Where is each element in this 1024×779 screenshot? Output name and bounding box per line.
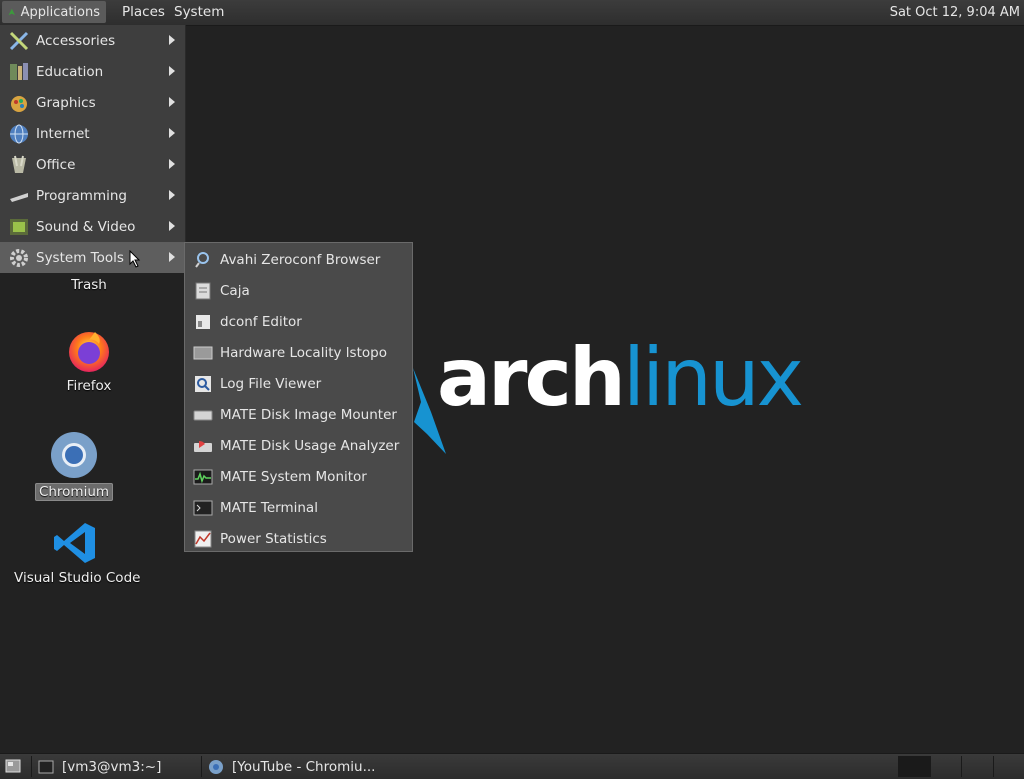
submenu-arrow-icon [169,66,175,76]
avahi-icon [193,250,213,270]
menu-item-label: Office [36,157,75,173]
disk-usage-icon [193,436,213,456]
office-icon [8,154,30,176]
workspace-1[interactable] [898,756,930,777]
submenu-arrow-icon [169,159,175,169]
show-desktop-icon[interactable] [5,759,21,773]
mouse-pointer-icon [129,250,141,268]
power-stats-icon [193,529,213,549]
menu-programming[interactable]: Programming [0,180,185,211]
internet-icon [8,123,30,145]
disk-mounter-icon [193,405,213,425]
workspace-switcher [898,756,1024,777]
menu-item-label: Sound & Video [36,219,135,235]
hardware-icon [193,343,213,363]
submenu-item-label: Avahi Zeroconf Browser [220,252,380,268]
menu-item-label: System Tools [36,250,124,266]
applications-menu: Accessories Education Graphics Internet … [0,25,186,273]
submenu-system-monitor[interactable]: MATE System Monitor [185,461,412,492]
submenu-item-label: Caja [220,283,250,299]
submenu-arrow-icon [169,35,175,45]
education-icon [8,61,30,83]
submenu-item-label: Power Statistics [220,531,327,547]
submenu-item-label: MATE Disk Image Mounter [220,407,397,423]
dconf-icon [193,312,213,332]
task-label: [YouTube - Chromiu... [232,759,375,775]
submenu-power-statistics[interactable]: Power Statistics [185,523,412,554]
desktop-firefox[interactable]: Firefox [54,326,124,394]
submenu-arrow-icon [169,190,175,200]
top-panel: Applications Places System Sat Oct 12, 9… [0,0,1024,26]
menu-item-label: Internet [36,126,90,142]
system-monitor-icon [193,467,213,487]
submenu-log-viewer[interactable]: Log File Viewer [185,368,412,399]
submenu-arrow-icon [169,97,175,107]
log-viewer-icon [193,374,213,394]
programming-icon [8,185,30,207]
submenu-hardware-locality[interactable]: Hardware Locality lstopo [185,337,412,368]
arch-logo-icon [8,5,16,19]
submenu-item-label: Hardware Locality lstopo [220,345,387,361]
desktop-vscode[interactable]: Visual Studio Code [14,520,136,586]
menu-sound-video[interactable]: Sound & Video [0,211,185,242]
submenu-item-label: MATE Disk Usage Analyzer [220,438,399,454]
menu-item-label: Programming [36,188,127,204]
terminal-icon [193,498,213,518]
vscode-label: Visual Studio Code [14,570,136,586]
menu-accessories[interactable]: Accessories [0,25,185,56]
menu-graphics[interactable]: Graphics [0,87,185,118]
places-menu-button[interactable]: Places [122,0,165,25]
taskbar-item-chromium[interactable]: [YouTube - Chromiu... [201,756,406,777]
arch-wallpaper-wordmark: archlinux [437,338,801,418]
submenu-arrow-icon [169,221,175,231]
submenu-arrow-icon [169,252,175,262]
chromium-task-icon [208,759,224,775]
submenu-disk-image-mounter[interactable]: MATE Disk Image Mounter [185,399,412,430]
submenu-dconf[interactable]: dconf Editor [185,306,412,337]
accessories-icon [8,30,30,52]
system-tools-submenu: Avahi Zeroconf Browser Caja dconf Editor… [184,242,413,552]
submenu-caja[interactable]: Caja [185,275,412,306]
task-label: [vm3@vm3:~] [62,759,161,775]
menu-system-tools[interactable]: System Tools [0,242,185,273]
applications-menu-button[interactable]: Applications [2,1,106,23]
trash-label: Trash [60,277,118,293]
chromium-label: Chromium [35,483,113,501]
desktop-chromium[interactable]: Chromium [34,430,114,500]
vscode-icon [52,520,98,566]
workspace-4[interactable] [993,756,1024,777]
graphics-icon [8,92,30,114]
terminal-task-icon [38,760,54,774]
menu-item-label: Graphics [36,95,96,111]
arch-word: arch [437,331,623,424]
sound-video-icon [8,216,30,238]
linux-word: linux [623,331,801,424]
workspace-2[interactable] [930,756,962,777]
firefox-label: Firefox [54,378,124,394]
applications-label: Applications [21,5,100,20]
chromium-icon [49,430,99,480]
submenu-avahi[interactable]: Avahi Zeroconf Browser [185,244,412,275]
menu-internet[interactable]: Internet [0,118,185,149]
submenu-item-label: MATE System Monitor [220,469,367,485]
submenu-mate-terminal[interactable]: MATE Terminal [185,492,412,523]
submenu-item-label: MATE Terminal [220,500,318,516]
submenu-disk-usage-analyzer[interactable]: MATE Disk Usage Analyzer [185,430,412,461]
system-menu-button[interactable]: System [174,0,224,25]
menu-item-label: Education [36,64,103,80]
menu-item-label: Accessories [36,33,115,49]
caja-icon [193,281,213,301]
taskbar-item-terminal[interactable]: [vm3@vm3:~] [31,756,201,777]
menu-education[interactable]: Education [0,56,185,87]
desktop-trash[interactable]: Trash [60,277,118,293]
submenu-arrow-icon [169,128,175,138]
bottom-panel: [vm3@vm3:~] [YouTube - Chromiu... [0,753,1024,779]
clock[interactable]: Sat Oct 12, 9:04 AM [890,0,1020,25]
system-tools-icon [8,247,30,269]
firefox-icon [65,326,113,374]
workspace-3[interactable] [961,756,993,777]
menu-office[interactable]: Office [0,149,185,180]
submenu-item-label: Log File Viewer [220,376,321,392]
submenu-item-label: dconf Editor [220,314,302,330]
